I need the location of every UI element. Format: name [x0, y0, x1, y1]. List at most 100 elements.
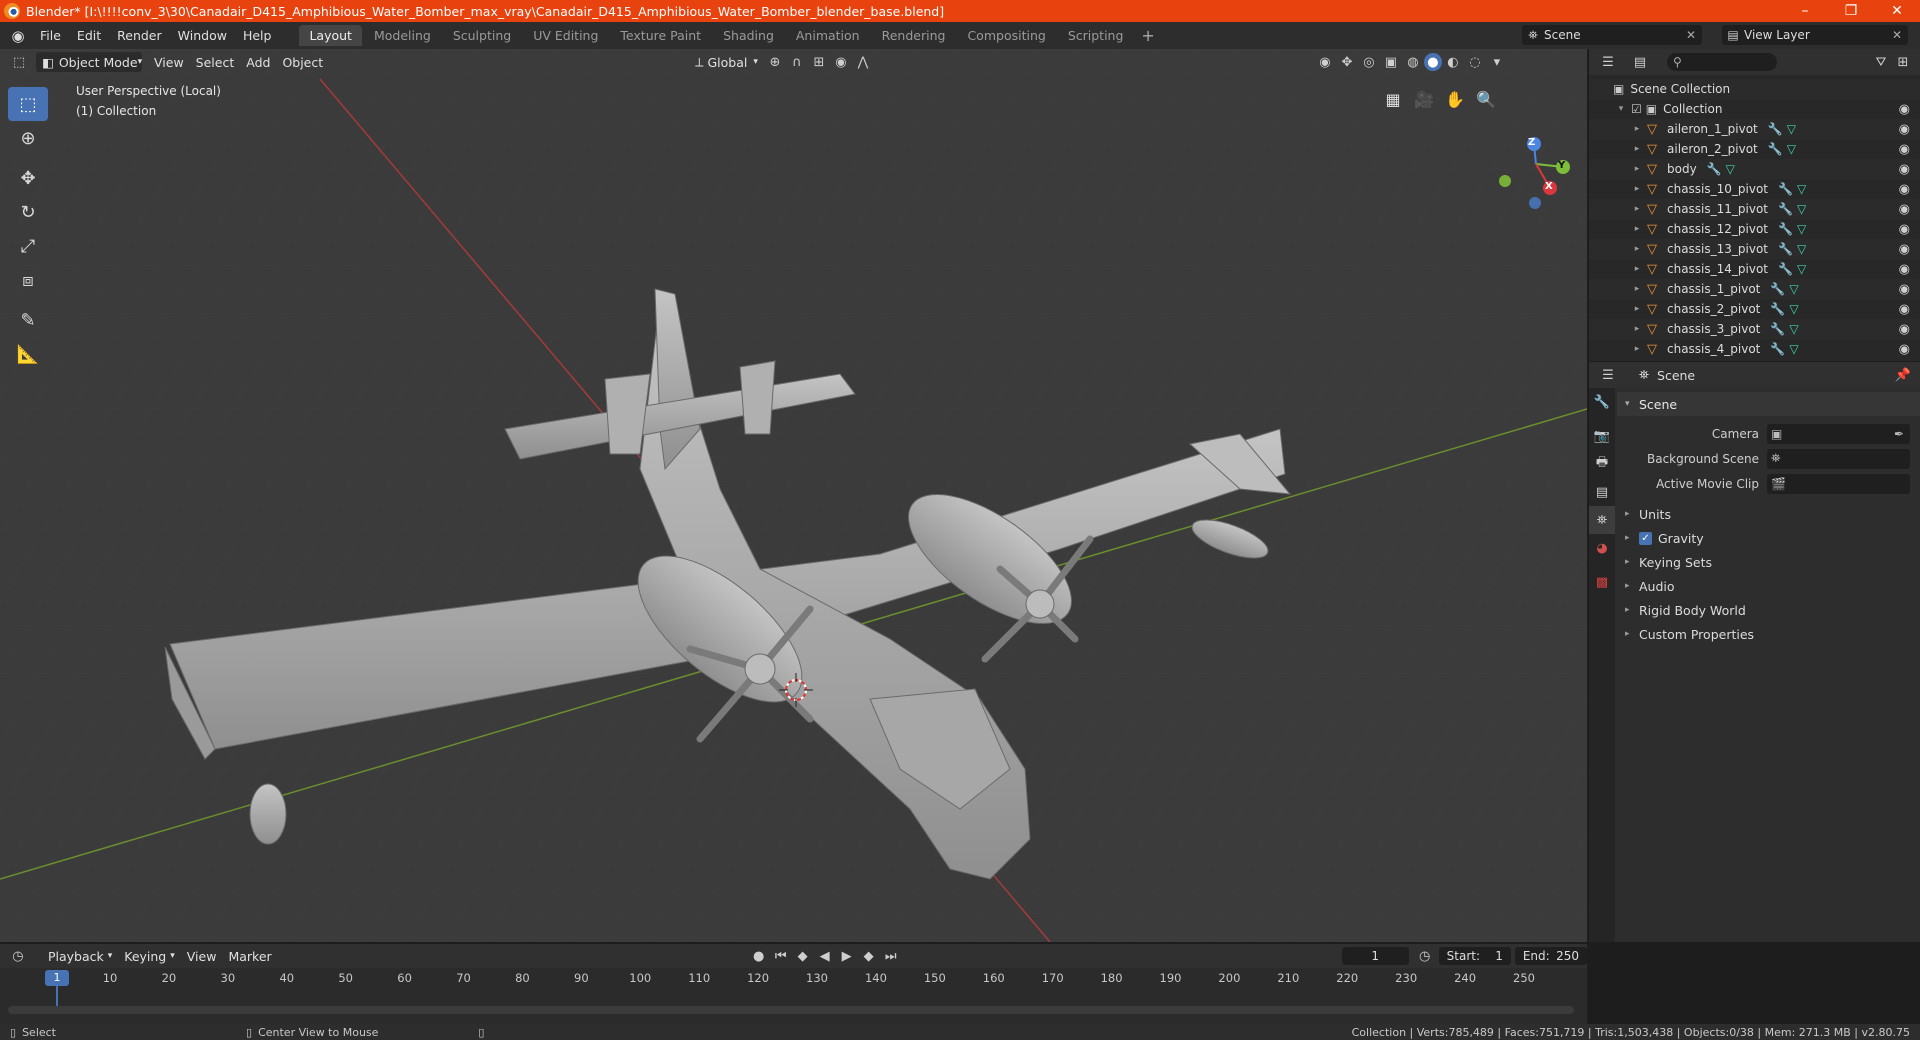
rotate-tool-icon[interactable]: ↻ [8, 195, 48, 229]
end-frame-field[interactable]: End: 250 [1514, 947, 1587, 965]
viewport-menu-object[interactable]: Object [276, 52, 329, 72]
outliner-object-row[interactable]: ▸ ▽ chassis_1_pivot 🔧 ▽ ◉ [1589, 279, 1920, 299]
modifier-icon[interactable]: 🔧 [1768, 122, 1783, 136]
scene-close-icon[interactable]: ✕ [1686, 28, 1696, 42]
transform-tool-icon[interactable]: ⧈ [8, 263, 48, 297]
tab-rendering[interactable]: Rendering [872, 25, 956, 46]
units-panel[interactable]: ▸ Units [1617, 502, 1920, 526]
clock-icon[interactable]: ◷ [1415, 946, 1435, 966]
tab-scripting[interactable]: Scripting [1058, 25, 1134, 46]
mesh-data-icon[interactable]: ▽ [1797, 222, 1806, 236]
cursor-tool-icon[interactable]: ⊕ [8, 121, 48, 155]
outliner-search-input[interactable]: ⚲ [1667, 53, 1777, 71]
view-layer-tab-icon[interactable]: ▤ [1589, 478, 1615, 506]
outliner-object-row[interactable]: ▸ ▽ chassis_12_pivot 🔧 ▽ ◉ [1589, 219, 1920, 239]
expand-arrow-icon[interactable]: ▾ [1615, 104, 1627, 114]
viewport-menu-add[interactable]: Add [240, 52, 276, 72]
material-shading-icon[interactable]: ◐ [1442, 52, 1464, 72]
mesh-data-icon[interactable]: ▽ [1726, 162, 1735, 176]
eye-icon[interactable]: ◉ [1899, 222, 1910, 237]
mesh-data-icon[interactable]: ▽ [1787, 122, 1796, 136]
outliner-object-row[interactable]: ▸ ▽ chassis_13_pivot 🔧 ▽ ◉ [1589, 239, 1920, 259]
xray-icon[interactable]: ▣ [1380, 52, 1402, 72]
camera-field[interactable]: ▣ ✒ [1767, 423, 1910, 444]
modifier-icon[interactable]: 🔧 [1707, 162, 1722, 176]
pin-icon[interactable]: 📌 [1892, 365, 1914, 385]
menu-file[interactable]: File [32, 22, 69, 49]
eye-icon[interactable]: ◉ [1899, 282, 1910, 297]
outliner-collection[interactable]: ▾ ☑ ▣ Collection ◉ [1589, 99, 1920, 119]
next-keyframe-icon[interactable]: ◆ [858, 946, 880, 966]
filter-icon[interactable]: ⛛ [1870, 52, 1892, 72]
mode-dropdown[interactable]: ◧ Object Mode ▾ [36, 52, 142, 72]
camera-view-icon[interactable]: 🎥 [1411, 86, 1437, 112]
mesh-data-icon[interactable]: ▽ [1789, 342, 1798, 356]
minimize-button[interactable]: – [1782, 0, 1828, 22]
zoom-view-icon[interactable]: 🔍 [1473, 86, 1499, 112]
mesh-data-icon[interactable]: ▽ [1797, 262, 1806, 276]
rigid-body-world-panel[interactable]: ▸ Rigid Body World [1617, 598, 1920, 622]
visibility-icon[interactable]: ◉ [1314, 52, 1336, 72]
world-tab-icon[interactable]: ◕ [1589, 534, 1615, 562]
scale-tool-icon[interactable]: ⤢ [8, 229, 48, 263]
solid-shading-icon[interactable]: ● [1423, 53, 1442, 71]
scene-tab-icon[interactable]: ⛯ [1589, 506, 1615, 534]
shading-options-icon[interactable]: ▾ [1486, 52, 1508, 72]
mesh-data-icon[interactable]: ▽ [1797, 182, 1806, 196]
mesh-data-icon[interactable]: ▽ [1797, 242, 1806, 256]
tab-uv-editing[interactable]: UV Editing [523, 25, 608, 46]
orientation-dropdown[interactable]: ⟂ Global ▾ [689, 52, 764, 72]
wireframe-shading-icon[interactable]: ◍ [1402, 52, 1424, 72]
outliner-object-row[interactable]: ▸ ▽ chassis_10_pivot 🔧 ▽ ◉ [1589, 179, 1920, 199]
expand-arrow-icon[interactable]: ▸ [1631, 344, 1643, 354]
expand-arrow-icon[interactable]: ▸ [1631, 244, 1643, 254]
expand-arrow-icon[interactable]: ▸ [1631, 324, 1643, 334]
eye-icon[interactable]: ◉ [1899, 342, 1910, 357]
tab-compositing[interactable]: Compositing [957, 25, 1055, 46]
custom-properties-panel[interactable]: ▸ Custom Properties [1617, 622, 1920, 646]
modifier-icon[interactable]: 🔧 [1778, 222, 1793, 236]
checkbox-icon[interactable]: ☑ [1631, 102, 1642, 116]
outliner-object-row[interactable]: ▸ ▽ chassis_2_pivot 🔧 ▽ ◉ [1589, 299, 1920, 319]
pivot-point-icon[interactable]: ⊕ [764, 52, 786, 72]
scene-selector[interactable]: ⛯ Scene ✕ [1522, 25, 1702, 45]
mesh-data-icon[interactable]: ▽ [1789, 302, 1798, 316]
outliner-object-row[interactable]: ▸ ▽ chassis_14_pivot 🔧 ▽ ◉ [1589, 259, 1920, 279]
view-layer-close-icon[interactable]: ✕ [1892, 28, 1902, 42]
expand-arrow-icon[interactable]: ▸ [1631, 144, 1643, 154]
tab-sculpting[interactable]: Sculpting [443, 25, 521, 46]
outliner-object-row[interactable]: ▸ ▽ body 🔧 ▽ ◉ [1589, 159, 1920, 179]
audio-panel[interactable]: ▸ Audio [1617, 574, 1920, 598]
mesh-data-icon[interactable]: ▽ [1789, 322, 1798, 336]
menu-window[interactable]: Window [170, 22, 235, 49]
outliner-editor-icon[interactable]: ☰ [1597, 52, 1619, 72]
mesh-data-icon[interactable]: ▽ [1789, 282, 1798, 296]
tab-animation[interactable]: Animation [786, 25, 870, 46]
overlay-toggle-icon[interactable]: ◎ [1358, 52, 1380, 72]
3d-viewport[interactable]: Z Y X ⬚ ◧ Object Mode ▾ View Select Add … [0, 49, 1587, 942]
expand-arrow-icon[interactable]: ▸ [1631, 184, 1643, 194]
expand-arrow-icon[interactable]: ▸ [1631, 224, 1643, 234]
move-tool-icon[interactable]: ✥ [8, 161, 48, 195]
viewport-menu-select[interactable]: Select [190, 52, 241, 72]
modifier-icon[interactable]: 🔧 [1778, 182, 1793, 196]
eye-icon[interactable]: ◉ [1899, 322, 1910, 337]
keying-sets-panel[interactable]: ▸ Keying Sets [1617, 550, 1920, 574]
mesh-data-icon[interactable]: ▽ [1787, 142, 1796, 156]
modifier-icon[interactable]: 🔧 [1778, 202, 1793, 216]
outliner-object-row[interactable]: ▸ ▽ chassis_3_pivot 🔧 ▽ ◉ [1589, 319, 1920, 339]
view-layer-selector[interactable]: ▤ View Layer ✕ [1722, 25, 1908, 45]
eye-icon[interactable]: ◉ [1899, 262, 1910, 277]
new-collection-icon[interactable]: ⊞ [1892, 52, 1914, 72]
modifier-icon[interactable]: 🔧 [1770, 322, 1785, 336]
menu-help[interactable]: Help [235, 22, 280, 49]
eye-icon[interactable]: ◉ [1899, 142, 1910, 157]
timeline-menu-view[interactable]: View [181, 946, 223, 966]
current-frame-field[interactable]: 1 [1341, 947, 1409, 965]
display-mode-icon[interactable]: ▤ [1629, 52, 1651, 72]
toggle-grid-icon[interactable]: ▦ [1380, 86, 1406, 112]
viewport-menu-view[interactable]: View [148, 52, 190, 72]
tool-tab-icon[interactable]: 🔧 [1589, 388, 1615, 416]
timeline-menu-marker[interactable]: Marker [222, 946, 277, 966]
snap-target-icon[interactable]: ⊞ [808, 52, 830, 72]
